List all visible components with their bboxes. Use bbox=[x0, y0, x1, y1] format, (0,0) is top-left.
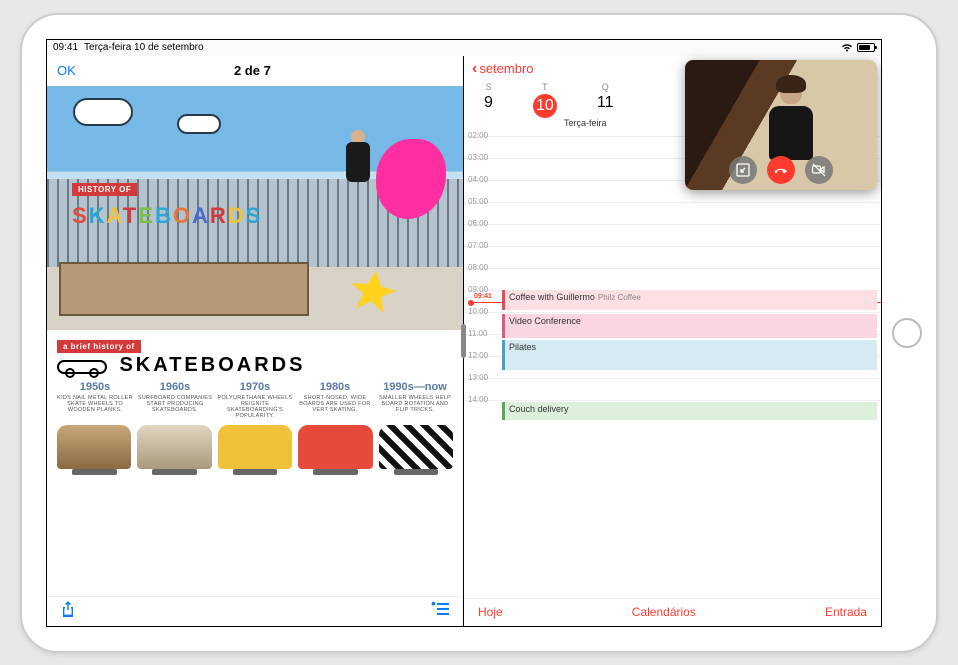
hero-image: HISTORY OF SKATEBOARDS bbox=[47, 86, 463, 331]
calendar-event[interactable]: Video Conference bbox=[502, 314, 877, 338]
event-title: Pilates bbox=[509, 342, 536, 352]
boards-row bbox=[57, 425, 453, 469]
hour-label: 03:00 bbox=[468, 153, 488, 162]
decade-year: 1970s bbox=[217, 381, 293, 393]
day-cell[interactable]: T10 bbox=[533, 82, 557, 118]
decade-year: 1990s—now bbox=[377, 381, 453, 393]
hour-label: 11:00 bbox=[468, 329, 487, 338]
cloud-doodle bbox=[73, 98, 133, 126]
decade-desc: POLYURETHANE WHEELS REIGNITE SKATEBOARDI… bbox=[217, 395, 293, 419]
decade-desc: SURFBOARD COMPANIES START PRODUCING SKAT… bbox=[137, 395, 213, 413]
decade-year: 1960s bbox=[137, 381, 213, 393]
board-graphic bbox=[218, 425, 292, 469]
decade-year: 1950s bbox=[57, 381, 133, 393]
photo-viewer[interactable]: HISTORY OF SKATEBOARDS a brief history o… bbox=[47, 86, 463, 596]
decade-cell: 1960s SURFBOARD COMPANIES START PRODUCING… bbox=[137, 381, 213, 419]
calendars-button[interactable]: Calendários bbox=[632, 605, 696, 619]
event-title: Coffee with Guillermo bbox=[509, 292, 595, 302]
battery-icon bbox=[857, 43, 875, 52]
hour-label: 12:00 bbox=[468, 351, 488, 360]
list-icon[interactable] bbox=[433, 602, 449, 620]
hour-row: 07:00 bbox=[464, 246, 881, 268]
decade-year: 1980s bbox=[297, 381, 373, 393]
brief-badge: a brief history of bbox=[57, 340, 141, 353]
day-cell[interactable]: S9 bbox=[484, 82, 493, 112]
event-subtitle: Philz Coffee bbox=[598, 293, 641, 302]
decade-cell: 1990s—now SMALLER WHEELS HELP BOARD ROTAT… bbox=[377, 381, 453, 419]
event-title: Couch delivery bbox=[509, 404, 569, 414]
calendar-app-pane: ‹ setembro S9T10Q11Terça-feira 09:41 02:… bbox=[464, 56, 881, 626]
today-button[interactable]: Hoje bbox=[478, 605, 503, 619]
facetime-caller bbox=[766, 78, 816, 168]
end-call-button[interactable] bbox=[767, 156, 795, 184]
hour-label: 14:00 bbox=[468, 395, 488, 404]
decade-cell: 1970s POLYURETHANE WHEELS REIGNITE SKATEB… bbox=[217, 381, 293, 419]
hour-label: 09:00 bbox=[468, 285, 488, 294]
calendar-event[interactable]: Couch delivery bbox=[502, 402, 877, 420]
decade-desc: SMALLER WHEELS HELP BOARD ROTATION AND F… bbox=[377, 395, 453, 413]
photos-header: OK 2 de 7 bbox=[47, 56, 463, 86]
decade-cell: 1950s KIDS NAIL METAL ROLLER SKATE WHEELS… bbox=[57, 381, 133, 419]
cloud-doodle bbox=[177, 114, 221, 134]
home-button[interactable] bbox=[892, 318, 922, 348]
photo-counter: 2 de 7 bbox=[76, 63, 429, 78]
hour-row: 08:00 bbox=[464, 268, 881, 290]
photos-app-pane: OK 2 de 7 HISTORY O bbox=[47, 56, 464, 626]
skateboard-icon bbox=[57, 360, 107, 374]
status-date: Terça-feira 10 de setembro bbox=[84, 42, 204, 53]
hour-label: 08:00 bbox=[468, 263, 488, 272]
event-title: Video Conference bbox=[509, 316, 581, 326]
hour-label: 05:00 bbox=[468, 197, 488, 206]
calendar-event[interactable]: Pilates bbox=[502, 340, 877, 370]
inbox-button[interactable]: Entrada bbox=[825, 605, 867, 619]
split-divider-handle[interactable] bbox=[461, 324, 466, 358]
camera-off-button[interactable] bbox=[805, 156, 833, 184]
hero-title: SKATEBOARDS bbox=[72, 203, 262, 229]
hour-label: 10:00 bbox=[468, 307, 488, 316]
facetime-pip[interactable] bbox=[685, 60, 877, 190]
hour-row: 05:00 bbox=[464, 202, 881, 224]
hour-row: 13:00 bbox=[464, 378, 881, 400]
wifi-icon bbox=[841, 43, 853, 52]
board-graphic bbox=[57, 425, 131, 469]
skater-graphic bbox=[328, 130, 388, 210]
status-time: 09:41 bbox=[53, 42, 78, 53]
chevron-left-icon[interactable]: ‹ bbox=[472, 60, 477, 78]
hour-label: 04:00 bbox=[468, 175, 488, 184]
decade-desc: SHORT-NOSED, WIDE BOARDS ARE USED FOR VE… bbox=[297, 395, 373, 413]
pip-collapse-button[interactable] bbox=[729, 156, 757, 184]
decades-row: 1950s KIDS NAIL METAL ROLLER SKATE WHEELS… bbox=[57, 381, 453, 419]
status-bar: 09:41 Terça-feira 10 de setembro bbox=[47, 40, 881, 56]
infographic-panel: a brief history of SKATEBOARDS 1950s KIDS… bbox=[47, 330, 463, 595]
back-month-button[interactable]: setembro bbox=[479, 61, 533, 76]
yellow-star-graphic bbox=[347, 267, 399, 314]
calendar-grid[interactable]: 09:41 02:0003:0004:0005:0006:0007:0008:0… bbox=[464, 130, 881, 598]
photos-toolbar bbox=[47, 596, 463, 626]
split-view: OK 2 de 7 HISTORY O bbox=[47, 56, 881, 626]
calendar-event[interactable]: Coffee with GuillermoPhilz Coffee bbox=[502, 290, 877, 310]
decade-desc: KIDS NAIL METAL ROLLER SKATE WHEELS TO W… bbox=[57, 395, 133, 413]
board-graphic bbox=[379, 425, 453, 469]
board-graphic bbox=[137, 425, 211, 469]
calendar-toolbar: Hoje Calendários Entrada bbox=[464, 598, 881, 626]
decade-cell: 1980s SHORT-NOSED, WIDE BOARDS ARE USED F… bbox=[297, 381, 373, 419]
ok-button[interactable]: OK bbox=[57, 63, 76, 78]
bench-graphic bbox=[59, 262, 309, 316]
hour-label: 06:00 bbox=[468, 219, 488, 228]
hero-badge: HISTORY OF bbox=[72, 183, 137, 196]
hour-label: 13:00 bbox=[468, 373, 488, 382]
selected-day-label: Terça-feira bbox=[564, 118, 607, 128]
hour-label: 02:00 bbox=[468, 131, 488, 140]
hour-row: 06:00 bbox=[464, 224, 881, 246]
screen: 09:41 Terça-feira 10 de setembro OK 2 de… bbox=[46, 39, 882, 627]
share-icon[interactable] bbox=[61, 601, 75, 622]
hour-label: 07:00 bbox=[468, 241, 488, 250]
ipad-device-frame: 09:41 Terça-feira 10 de setembro OK 2 de… bbox=[20, 13, 938, 653]
day-cell[interactable]: Q11 bbox=[597, 82, 614, 112]
info-title: SKATEBOARDS bbox=[119, 354, 305, 376]
board-graphic bbox=[298, 425, 372, 469]
facetime-controls bbox=[685, 156, 877, 184]
